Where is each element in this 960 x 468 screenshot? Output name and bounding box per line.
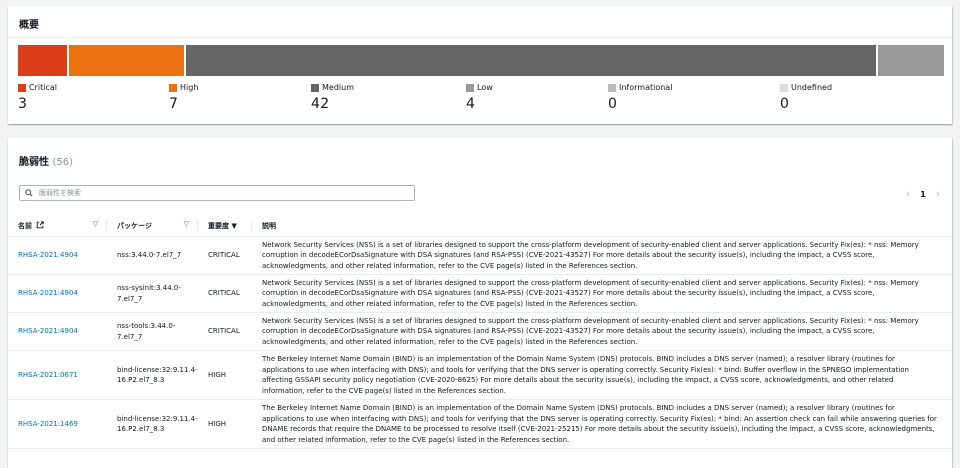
cell-name: RHSA-2021:0671 bbox=[8, 350, 107, 400]
vulnerability-link[interactable]: RHSA-2021:0671 bbox=[18, 371, 78, 379]
legend-swatch bbox=[466, 83, 474, 92]
col-severity-label: 重要度 bbox=[208, 221, 229, 230]
vulnerability-link[interactable]: RHSA-2021:4904 bbox=[18, 327, 78, 335]
cell-name: RHSA-2021:4904 bbox=[8, 236, 107, 275]
cell-package: nss-tools:3.44.0-7.el7_7 bbox=[107, 312, 198, 351]
legend-count: 4 bbox=[466, 96, 476, 112]
legend-count: 42 bbox=[311, 96, 330, 112]
severity-legend: Critical 3 High 7 Medium 42 Low 4 Informational 0… bbox=[18, 83, 944, 115]
legend-item-undefined: Undefined 0 bbox=[780, 83, 832, 112]
legend-label-row: Critical bbox=[18, 83, 57, 92]
cell-severity: CRITICAL bbox=[198, 312, 252, 351]
sort-desc-icon[interactable]: ▼ bbox=[231, 222, 236, 230]
col-package-label: パッケージ bbox=[117, 221, 152, 230]
search-box[interactable] bbox=[19, 185, 415, 201]
severity-segment-critical bbox=[18, 45, 70, 76]
table-row: RHSA-2021:1469 bind-license:32:9.11.4-16… bbox=[8, 399, 952, 449]
legend-label-row: High bbox=[169, 83, 198, 92]
legend-label: Low bbox=[477, 83, 493, 92]
legend-label: High bbox=[180, 83, 199, 92]
vulnerabilities-title-text: 脆弱性 bbox=[19, 157, 49, 168]
legend-count: 0 bbox=[608, 96, 618, 112]
cell-package: bind-license:32:9.11.4-16.P2.el7_8.3 bbox=[107, 399, 198, 449]
summary-panel: 概要 Critical 3 High 7 Medium 42 Low 4 Information… bbox=[8, 6, 952, 124]
external-link-icon bbox=[37, 220, 45, 228]
legend-item-low: Low 4 bbox=[466, 83, 493, 112]
legend-label-row: Undefined bbox=[780, 83, 832, 92]
legend-item-high: High 7 bbox=[169, 83, 198, 112]
legend-item-medium: Medium 42 bbox=[311, 83, 354, 112]
cell-description: Network Security Services (NSS) is a set… bbox=[252, 274, 952, 313]
legend-label: Undefined bbox=[791, 83, 833, 92]
legend-item-critical: Critical 3 bbox=[18, 83, 57, 112]
col-description-label: 説明 bbox=[262, 221, 276, 230]
divider bbox=[8, 37, 952, 38]
severity-segment-high bbox=[69, 45, 187, 76]
next-page-button[interactable]: › bbox=[930, 188, 946, 199]
vulnerability-link[interactable]: RHSA-2021:4904 bbox=[18, 289, 78, 297]
legend-label: Medium bbox=[322, 83, 354, 92]
col-severity[interactable]: 重要度 ▼ bbox=[198, 215, 252, 237]
cell-name: RHSA-2021:4904 bbox=[8, 274, 107, 313]
cell-description: Network Security Services (NSS) is a set… bbox=[252, 312, 952, 351]
search-input[interactable] bbox=[37, 188, 401, 198]
cell-package: nss:3.44.0-7.el7_7 bbox=[107, 236, 198, 275]
table-row: RHSA-2021:4904 nss:3.44.0-7.el7_7 CRITIC… bbox=[8, 236, 952, 275]
table-header: 名前 ▽ パッケージ ▽ 重要度 ▼ 説明 bbox=[8, 215, 952, 237]
severity-bar bbox=[18, 45, 944, 76]
cell-severity: HIGH bbox=[198, 399, 252, 449]
cell-description: The Berkeley Internet Name Domain (BIND)… bbox=[252, 399, 952, 449]
pagination: ‹ 1 › bbox=[900, 188, 946, 199]
search-icon bbox=[25, 189, 33, 197]
cell-name: RHSA-2021:4904 bbox=[8, 312, 107, 351]
legend-label-row: Informational bbox=[608, 83, 672, 92]
legend-count: 3 bbox=[18, 96, 28, 112]
legend-label-row: Low bbox=[466, 83, 493, 92]
legend-count: 0 bbox=[780, 96, 790, 112]
cell-severity: HIGH bbox=[198, 350, 252, 400]
table-row: RHSA-2021:4904 nss-tools:3.44.0-7.el7_7 … bbox=[8, 312, 952, 351]
filter-icon[interactable]: ▽ bbox=[184, 220, 189, 228]
legend-label: Critical bbox=[29, 83, 57, 92]
cell-severity: CRITICAL bbox=[198, 274, 252, 313]
legend-item-informational: Informational 0 bbox=[608, 83, 672, 112]
page-number[interactable]: 1 bbox=[916, 190, 930, 199]
severity-segment-medium bbox=[186, 45, 879, 76]
vulnerabilities-count: (56) bbox=[52, 157, 74, 168]
col-package[interactable]: パッケージ ▽ bbox=[107, 215, 198, 237]
legend-swatch bbox=[169, 83, 177, 92]
cell-description: Network Security Services (NSS) is a set… bbox=[252, 236, 952, 275]
col-name-label: 名前 bbox=[18, 221, 32, 230]
legend-label-row: Medium bbox=[311, 83, 354, 92]
filter-icon[interactable]: ▽ bbox=[93, 220, 98, 228]
vulnerabilities-title: 脆弱性 (56) bbox=[19, 153, 73, 168]
cell-package: nss-sysinit:3.44.0-7.el7_7 bbox=[107, 274, 198, 313]
prev-page-button[interactable]: ‹ bbox=[900, 188, 916, 199]
legend-swatch bbox=[311, 83, 319, 92]
table-row: RHSA-2021:0671 bind-license:32:9.11.4-16… bbox=[8, 350, 952, 400]
legend-swatch bbox=[608, 83, 616, 92]
legend-swatch bbox=[18, 83, 26, 92]
summary-title: 概要 bbox=[19, 20, 39, 31]
legend-label: Informational bbox=[619, 83, 673, 92]
cell-description: The Berkeley Internet Name Domain (BIND)… bbox=[252, 350, 952, 400]
col-name[interactable]: 名前 ▽ bbox=[8, 215, 107, 237]
col-description: 説明 bbox=[252, 215, 952, 237]
cell-name: RHSA-2021:1469 bbox=[8, 399, 107, 449]
legend-count: 7 bbox=[169, 96, 179, 112]
cell-package: bind-license:32:9.11.4-16.P2.el7_8.3 bbox=[107, 350, 198, 400]
cell-severity: CRITICAL bbox=[198, 236, 252, 275]
legend-swatch bbox=[780, 83, 788, 92]
vulnerabilities-table: 名前 ▽ パッケージ ▽ 重要度 ▼ 説明 RHSA-2021:4904 nss… bbox=[8, 215, 952, 449]
vulnerability-link[interactable]: RHSA-2021:1469 bbox=[18, 420, 78, 428]
severity-segment-low bbox=[878, 45, 944, 76]
vulnerabilities-panel: 脆弱性 (56) ‹ 1 › 名前 ▽ bbox=[8, 138, 952, 468]
table-row: RHSA-2021:4904 nss-sysinit:3.44.0-7.el7_… bbox=[8, 274, 952, 313]
vulnerability-link[interactable]: RHSA-2021:4904 bbox=[18, 251, 78, 259]
